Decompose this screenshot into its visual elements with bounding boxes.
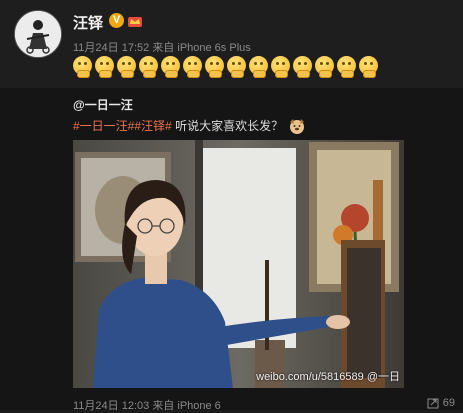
praying-hands-emoji: [337, 56, 356, 78]
repost-author[interactable]: @一日一汪: [73, 96, 133, 113]
repost-source[interactable]: iPhone 6: [177, 400, 220, 412]
praying-hands-emoji: [139, 56, 158, 78]
repost-body: 听说大家喜欢长发？: [175, 119, 284, 133]
repost-source-prefix: 来自: [152, 400, 175, 412]
praying-hands-emoji: [73, 56, 92, 78]
reposted-content: @一日一汪 #一日一汪##汪铎# 听说大家喜欢长发？ weibo.com/u/5…: [0, 88, 463, 413]
emoji-row: [73, 56, 378, 78]
repost-meta: 11月24日 12:03 来自 iPhone 6: [73, 397, 221, 413]
praying-hands-emoji: [359, 56, 378, 78]
praying-hands-emoji: [293, 56, 312, 78]
repost-text: #一日一汪##汪铎# 听说大家喜欢长发？: [73, 117, 306, 134]
image-watermark: weibo.com/u/5816589 @一日: [256, 371, 400, 383]
hashtag-2[interactable]: #汪铎#: [134, 119, 171, 133]
repost-timestamp[interactable]: 11月24日 12:03: [73, 400, 149, 412]
share-action[interactable]: 69: [427, 397, 455, 409]
user-avatar[interactable]: [14, 10, 62, 58]
post-source-prefix: 来自: [152, 42, 175, 54]
praying-hands-emoji: [161, 56, 180, 78]
weibo-post: 汪铎 V 11月24日 17:52 来自 iPhone 6s Plus: [0, 0, 463, 88]
share-icon: [427, 398, 439, 409]
author-name[interactable]: 汪铎: [73, 12, 103, 33]
post-source[interactable]: iPhone 6s Plus: [177, 42, 250, 54]
praying-hands-emoji: [315, 56, 334, 78]
post-timestamp[interactable]: 11月24日 17:52: [73, 42, 149, 54]
praying-hands-emoji: [271, 56, 290, 78]
photo-illustration: [73, 140, 404, 388]
avatar-icon: [15, 11, 61, 57]
vip-crown-icon: [128, 17, 142, 27]
praying-hands-emoji: [227, 56, 246, 78]
hashtag-1[interactable]: #一日一汪#: [73, 119, 134, 133]
doge-emoji-icon: [290, 119, 305, 134]
verified-badge-icon: V: [109, 13, 124, 28]
repost-image[interactable]: weibo.com/u/5816589 @一日: [73, 140, 404, 388]
praying-hands-emoji: [205, 56, 224, 78]
share-count: 69: [442, 397, 455, 409]
praying-hands-emoji: [249, 56, 268, 78]
praying-hands-emoji: [117, 56, 136, 78]
praying-hands-emoji: [95, 56, 114, 78]
praying-hands-emoji: [183, 56, 202, 78]
post-meta: 11月24日 17:52 来自 iPhone 6s Plus: [73, 39, 251, 55]
